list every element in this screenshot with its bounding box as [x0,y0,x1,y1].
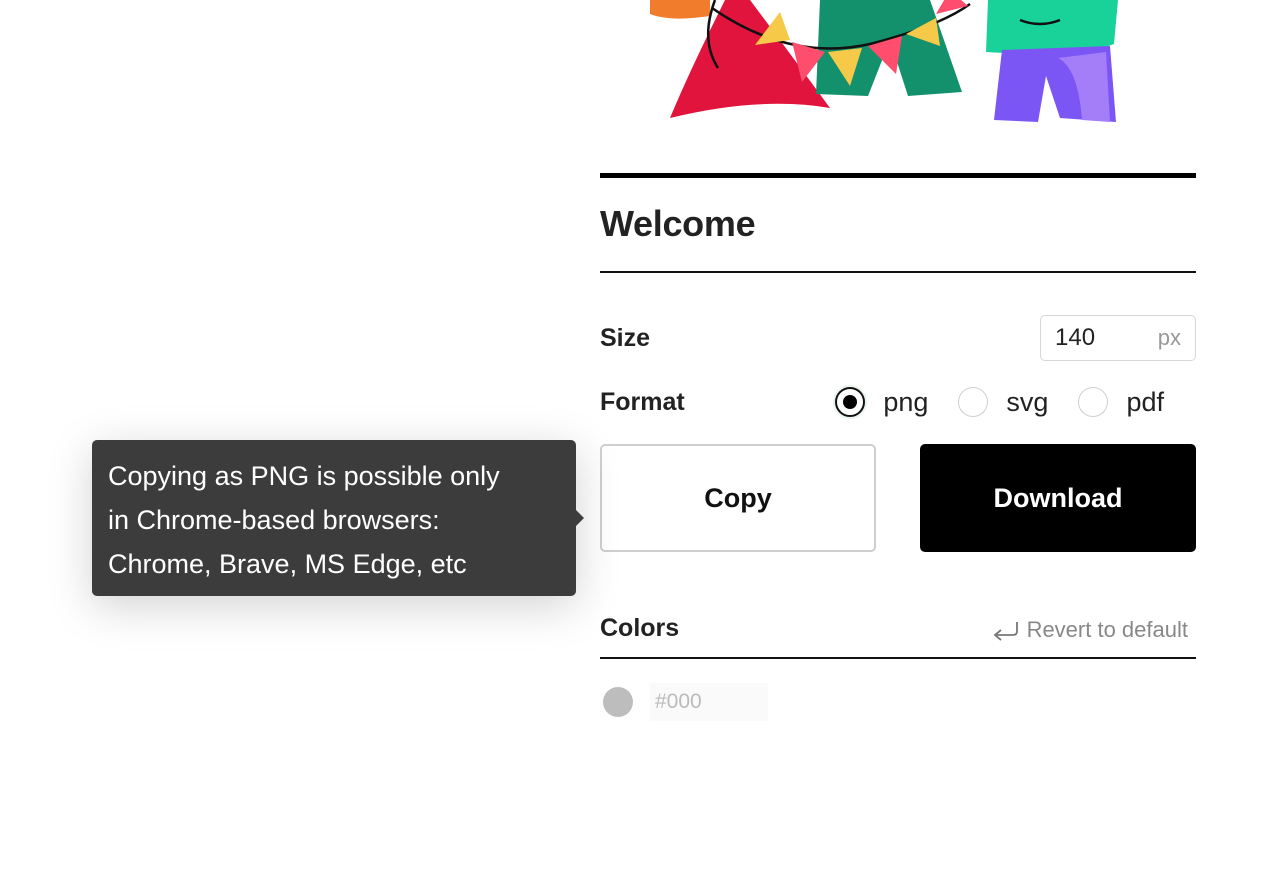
radio-label-png[interactable]: png [883,387,928,418]
format-label: Format [600,387,685,416]
format-radio-group: png svg pdf [835,387,1164,418]
radio-label-pdf[interactable]: pdf [1126,387,1164,418]
format-option-png[interactable]: png [835,387,928,418]
color-hex-input[interactable]: #000 [650,683,768,721]
format-option-svg[interactable]: svg [958,387,1048,418]
radio-svg[interactable] [958,387,989,417]
return-arrow-icon [993,622,1018,641]
download-button[interactable]: Download [920,444,1196,552]
size-row: Size px [600,314,1196,362]
color-item: #000 [600,683,1196,721]
size-label: Size [600,323,651,352]
radio-pdf[interactable] [1078,387,1109,417]
tooltip-line: Copying as PNG is possible only [108,461,500,491]
tooltip-line: in Chrome-based browsers: [108,505,440,535]
export-panel: Welcome Size px Format png svg [600,173,1196,721]
radio-label-svg[interactable]: svg [1006,387,1048,418]
divider [600,271,1196,273]
copy-tooltip: Copying as PNG is possible only in Chrom… [92,440,584,596]
revert-to-default-button[interactable]: Revert to default [991,617,1188,643]
page: Welcome Size px Format png svg [0,0,1280,880]
colors-divider [600,657,1196,659]
action-buttons: Copy Download [600,444,1196,552]
size-field[interactable]: px [1040,315,1196,361]
tooltip-line: Chrome, Brave, MS Edge, etc [108,549,467,579]
colors-header: Colors Revert to default [600,614,1196,643]
revert-label[interactable]: Revert to default [1027,617,1188,643]
divider-thick [600,173,1196,178]
format-row: Format png svg pdf [600,380,1196,424]
panel-title: Welcome [600,203,756,244]
party-illustration [650,0,1118,122]
size-input[interactable] [1055,324,1135,352]
copy-button[interactable]: Copy [600,444,876,552]
size-unit: px [1157,325,1181,350]
radio-png[interactable] [835,387,866,417]
format-option-pdf[interactable]: pdf [1078,387,1164,418]
color-swatch[interactable] [603,687,633,717]
colors-label: Colors [600,614,680,642]
